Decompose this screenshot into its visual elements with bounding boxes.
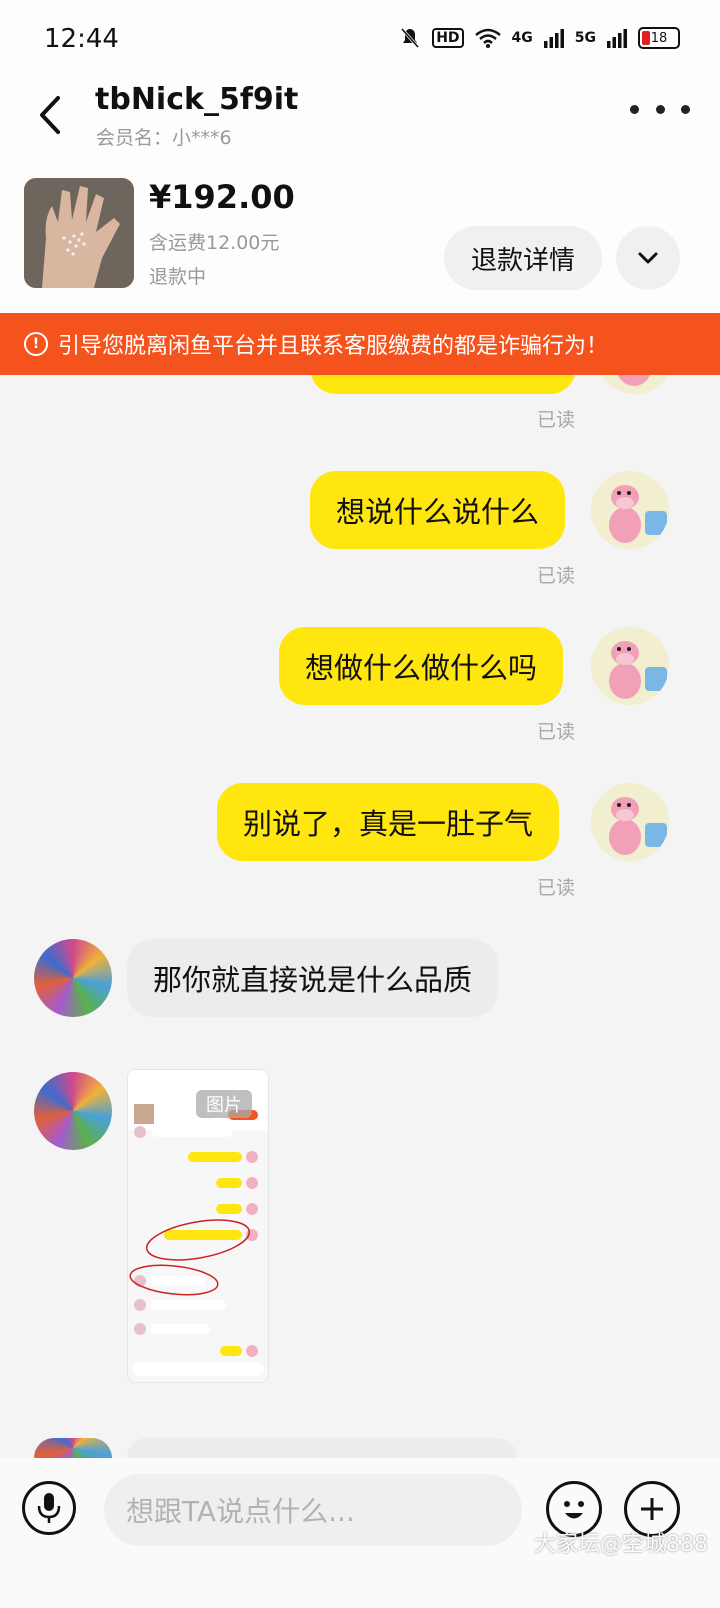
watermark: 大家坛@空城888: [534, 1532, 708, 1557]
fraud-warning-banner: ! 引导您脱离闲鱼平台并且联系客服缴费的都是诈骗行为！: [0, 313, 720, 375]
pink-panther-avatar: [591, 627, 669, 705]
more-options-button[interactable]: [630, 96, 690, 122]
incoming-message[interactable]: 那你就直接说是什么品质: [127, 939, 499, 1017]
battery-level: 18: [650, 30, 668, 46]
status-time: 12:44: [44, 24, 119, 54]
signal-5g-label: 5G: [574, 30, 596, 46]
contact-avatar[interactable]: [34, 939, 112, 1017]
signal-bars-icon: [543, 29, 564, 48]
dot-icon: [655, 104, 665, 114]
signal-4g-label: 4G: [511, 30, 533, 46]
contact-avatar[interactable]: [34, 1438, 112, 1458]
my-avatar[interactable]: [591, 783, 669, 861]
expand-order-button[interactable]: [616, 226, 680, 290]
mute-bell-icon: [401, 28, 420, 48]
outgoing-message[interactable]: 别说了，真是一肚子气: [217, 783, 560, 861]
outgoing-message[interactable]: 想说什么说什么: [310, 471, 566, 549]
read-receipt: 已读: [537, 877, 576, 899]
signal-bars-icon: [607, 29, 627, 48]
refund-details-button[interactable]: 退款详情: [444, 226, 602, 290]
my-avatar[interactable]: [591, 627, 669, 705]
message-input[interactable]: 想跟TA说点什么...: [104, 1474, 522, 1546]
chevron-down-icon: [638, 252, 658, 264]
chevron-left-icon: [40, 96, 60, 134]
wifi-icon: [474, 28, 501, 48]
contact-avatar[interactable]: [34, 1072, 112, 1150]
refund-status: 退款中: [149, 266, 207, 288]
plus-icon: [641, 1498, 663, 1520]
status-icons: HD 4G 5G 18: [398, 26, 680, 50]
incoming-message[interactable]: [127, 1438, 517, 1458]
product-thumbnail[interactable]: [24, 178, 134, 288]
dot-icon: [630, 104, 639, 114]
alert-icon: !: [24, 332, 48, 356]
hd-icon: HD: [432, 28, 464, 48]
pink-panther-avatar: [591, 471, 669, 549]
read-receipt: 已读: [537, 565, 576, 587]
outgoing-message[interactable]: 想做什么做什么吗: [279, 627, 564, 705]
shipping-fee: 含运费12.00元: [149, 232, 280, 254]
pink-panther-avatar: [591, 783, 669, 861]
read-receipt: 已读: [537, 409, 576, 431]
read-receipt: 已读: [537, 721, 576, 743]
member-name: 会员名：小***6: [96, 127, 232, 149]
dot-icon: [681, 104, 690, 114]
microphone-icon: [37, 1493, 61, 1523]
warning-text: 引导您脱离闲鱼平台并且联系客服缴费的都是诈骗行为！: [58, 334, 609, 359]
hand-image: [24, 178, 134, 288]
back-button[interactable]: [30, 90, 70, 140]
voice-button[interactable]: [22, 1481, 76, 1535]
battery-icon: 18: [638, 27, 680, 49]
image-label: 图片: [196, 1090, 252, 1118]
chat-title: tbNick_5f9it: [95, 82, 299, 117]
order-price: ¥192.00: [149, 178, 295, 216]
my-avatar[interactable]: [591, 471, 669, 549]
